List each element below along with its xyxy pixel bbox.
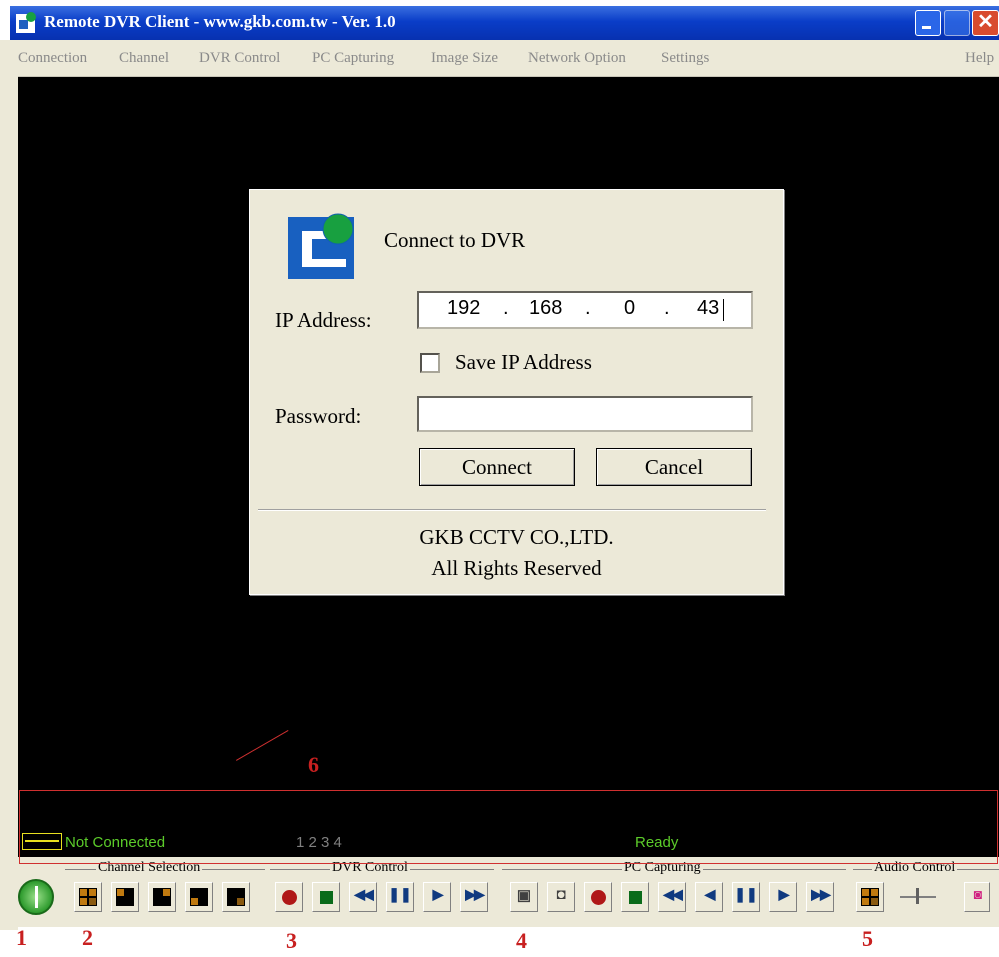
quad-view-icon [79, 888, 97, 906]
close-button[interactable]: ✕ [972, 10, 999, 36]
ip-address-label: IP Address: [275, 308, 372, 332]
ip-octet-2[interactable]: 168 [529, 297, 562, 320]
dialog-divider [258, 509, 766, 511]
pause-icon: ❚❚ [388, 886, 412, 902]
close-icon: ✕ [977, 11, 994, 33]
menu-image-size[interactable]: Image Size [431, 50, 498, 67]
connect-button[interactable]: Connect [419, 448, 575, 486]
pc-rewind-button[interactable]: ◀◀ [658, 882, 686, 912]
dvr-pause-button[interactable]: ❚❚ [386, 882, 414, 912]
pc-stop-button[interactable] [621, 882, 649, 912]
ip-octet-3[interactable]: 0 [624, 297, 635, 320]
ip-octet-4[interactable]: 43 [697, 297, 719, 320]
audio-channel-button[interactable] [856, 882, 884, 912]
annotation-label-1: 1 [16, 925, 27, 950]
channel-quad-button[interactable] [74, 882, 102, 912]
ip-dot: . [503, 297, 509, 319]
camera-icon: ▣ [516, 887, 532, 904]
connect-dialog: Connect to DVR IP Address: 192 . 168 . 0… [249, 189, 784, 595]
menu-network-option[interactable]: Network Option [528, 50, 626, 67]
channel-2-icon [153, 888, 171, 906]
rewind-icon: ◀◀ [663, 886, 683, 902]
menu-channel[interactable]: Channel [119, 50, 169, 67]
menu-settings[interactable]: Settings [661, 50, 709, 67]
save-ip-label: Save IP Address [455, 350, 592, 374]
dvr-fast-forward-button[interactable]: ▶▶ [460, 882, 488, 912]
record-icon [282, 890, 297, 905]
step-back-icon: ◀ [704, 886, 716, 902]
fast-forward-icon: ▶▶ [811, 886, 831, 902]
power-icon [35, 886, 38, 908]
menu-connection[interactable]: Connection [18, 50, 87, 67]
channel-3-icon [190, 888, 208, 906]
save-ip-checkbox[interactable] [420, 353, 440, 373]
minimize-button[interactable] [915, 10, 941, 36]
annotation-label-3: 3 [286, 928, 297, 953]
menu-help[interactable]: Help [965, 50, 994, 67]
annotation-box-6 [19, 790, 998, 864]
pc-fast-forward-button[interactable]: ▶▶ [806, 882, 834, 912]
volume-slider[interactable] [900, 888, 936, 904]
window-title-bar[interactable]: Remote DVR Client - www.gkb.com.tw - Ver… [10, 6, 999, 40]
ip-address-input[interactable]: 192 . 168 . 0 . 43 [417, 291, 753, 329]
snapshot-button[interactable]: ▣ [510, 882, 538, 912]
dvr-stop-button[interactable] [312, 882, 340, 912]
record-icon [591, 890, 606, 905]
channel-4-icon [227, 888, 245, 906]
video-capture-button[interactable]: ◘ [547, 882, 575, 912]
password-input[interactable] [417, 396, 753, 432]
text-cursor [723, 299, 724, 321]
window-frame-left [0, 40, 18, 930]
cancel-button[interactable]: Cancel [596, 448, 752, 486]
power-button[interactable] [18, 879, 54, 915]
annotation-label-6: 6 [308, 752, 319, 777]
annotation-label-4: 4 [516, 928, 527, 953]
app-logo-icon [16, 11, 38, 33]
copyright-company: GKB CCTV CO.,LTD. [419, 525, 614, 549]
volume-slider-handle[interactable] [916, 888, 919, 904]
channel-4-button[interactable] [222, 882, 250, 912]
annotation-label-5: 5 [862, 926, 873, 951]
menu-dvr-control[interactable]: DVR Control [199, 50, 280, 67]
copyright-notice: All Rights Reserved [431, 556, 602, 580]
gkb-logo [288, 209, 358, 279]
menu-pc-capturing[interactable]: PC Capturing [312, 50, 394, 67]
maximize-button[interactable] [944, 10, 970, 36]
ip-dot: . [585, 297, 591, 319]
stop-icon [629, 891, 642, 904]
speaker-icon: ◙ [973, 886, 983, 902]
pc-play-button[interactable]: ▶ [769, 882, 797, 912]
pc-record-button[interactable] [584, 882, 612, 912]
channel-1-button[interactable] [111, 882, 139, 912]
ip-dot: . [664, 297, 670, 319]
annotation-label-2: 2 [82, 925, 93, 950]
pc-step-back-button[interactable]: ◀ [695, 882, 723, 912]
dvr-play-button[interactable]: ▶ [423, 882, 451, 912]
play-icon: ▶ [432, 886, 444, 902]
dvr-record-button[interactable] [275, 882, 303, 912]
video-camera-icon: ◘ [556, 886, 566, 903]
pc-pause-button[interactable]: ❚❚ [732, 882, 760, 912]
minimize-icon [922, 26, 931, 29]
pause-icon: ❚❚ [734, 886, 758, 902]
channel-1-icon [116, 888, 134, 906]
stop-icon [320, 891, 333, 904]
play-icon: ▶ [778, 886, 790, 902]
channel-3-button[interactable] [185, 882, 213, 912]
dvr-rewind-button[interactable]: ◀◀ [349, 882, 377, 912]
ip-octet-1[interactable]: 192 [447, 297, 480, 320]
window-title: Remote DVR Client - www.gkb.com.tw - Ver… [44, 12, 396, 31]
rewind-icon: ◀◀ [354, 886, 374, 902]
fast-forward-icon: ▶▶ [465, 886, 485, 902]
dialog-heading: Connect to DVR [384, 228, 526, 252]
menu-bar: Connection Channel DVR Control PC Captur… [10, 40, 999, 77]
channel-2-button[interactable] [148, 882, 176, 912]
audio-mute-button[interactable]: ◙ [964, 882, 990, 912]
control-toolbar: Channel Selection DVR Control ◀◀ ❚❚ ▶ ▶▶… [10, 857, 999, 927]
quad-view-icon [861, 888, 879, 906]
password-label: Password: [275, 404, 362, 428]
